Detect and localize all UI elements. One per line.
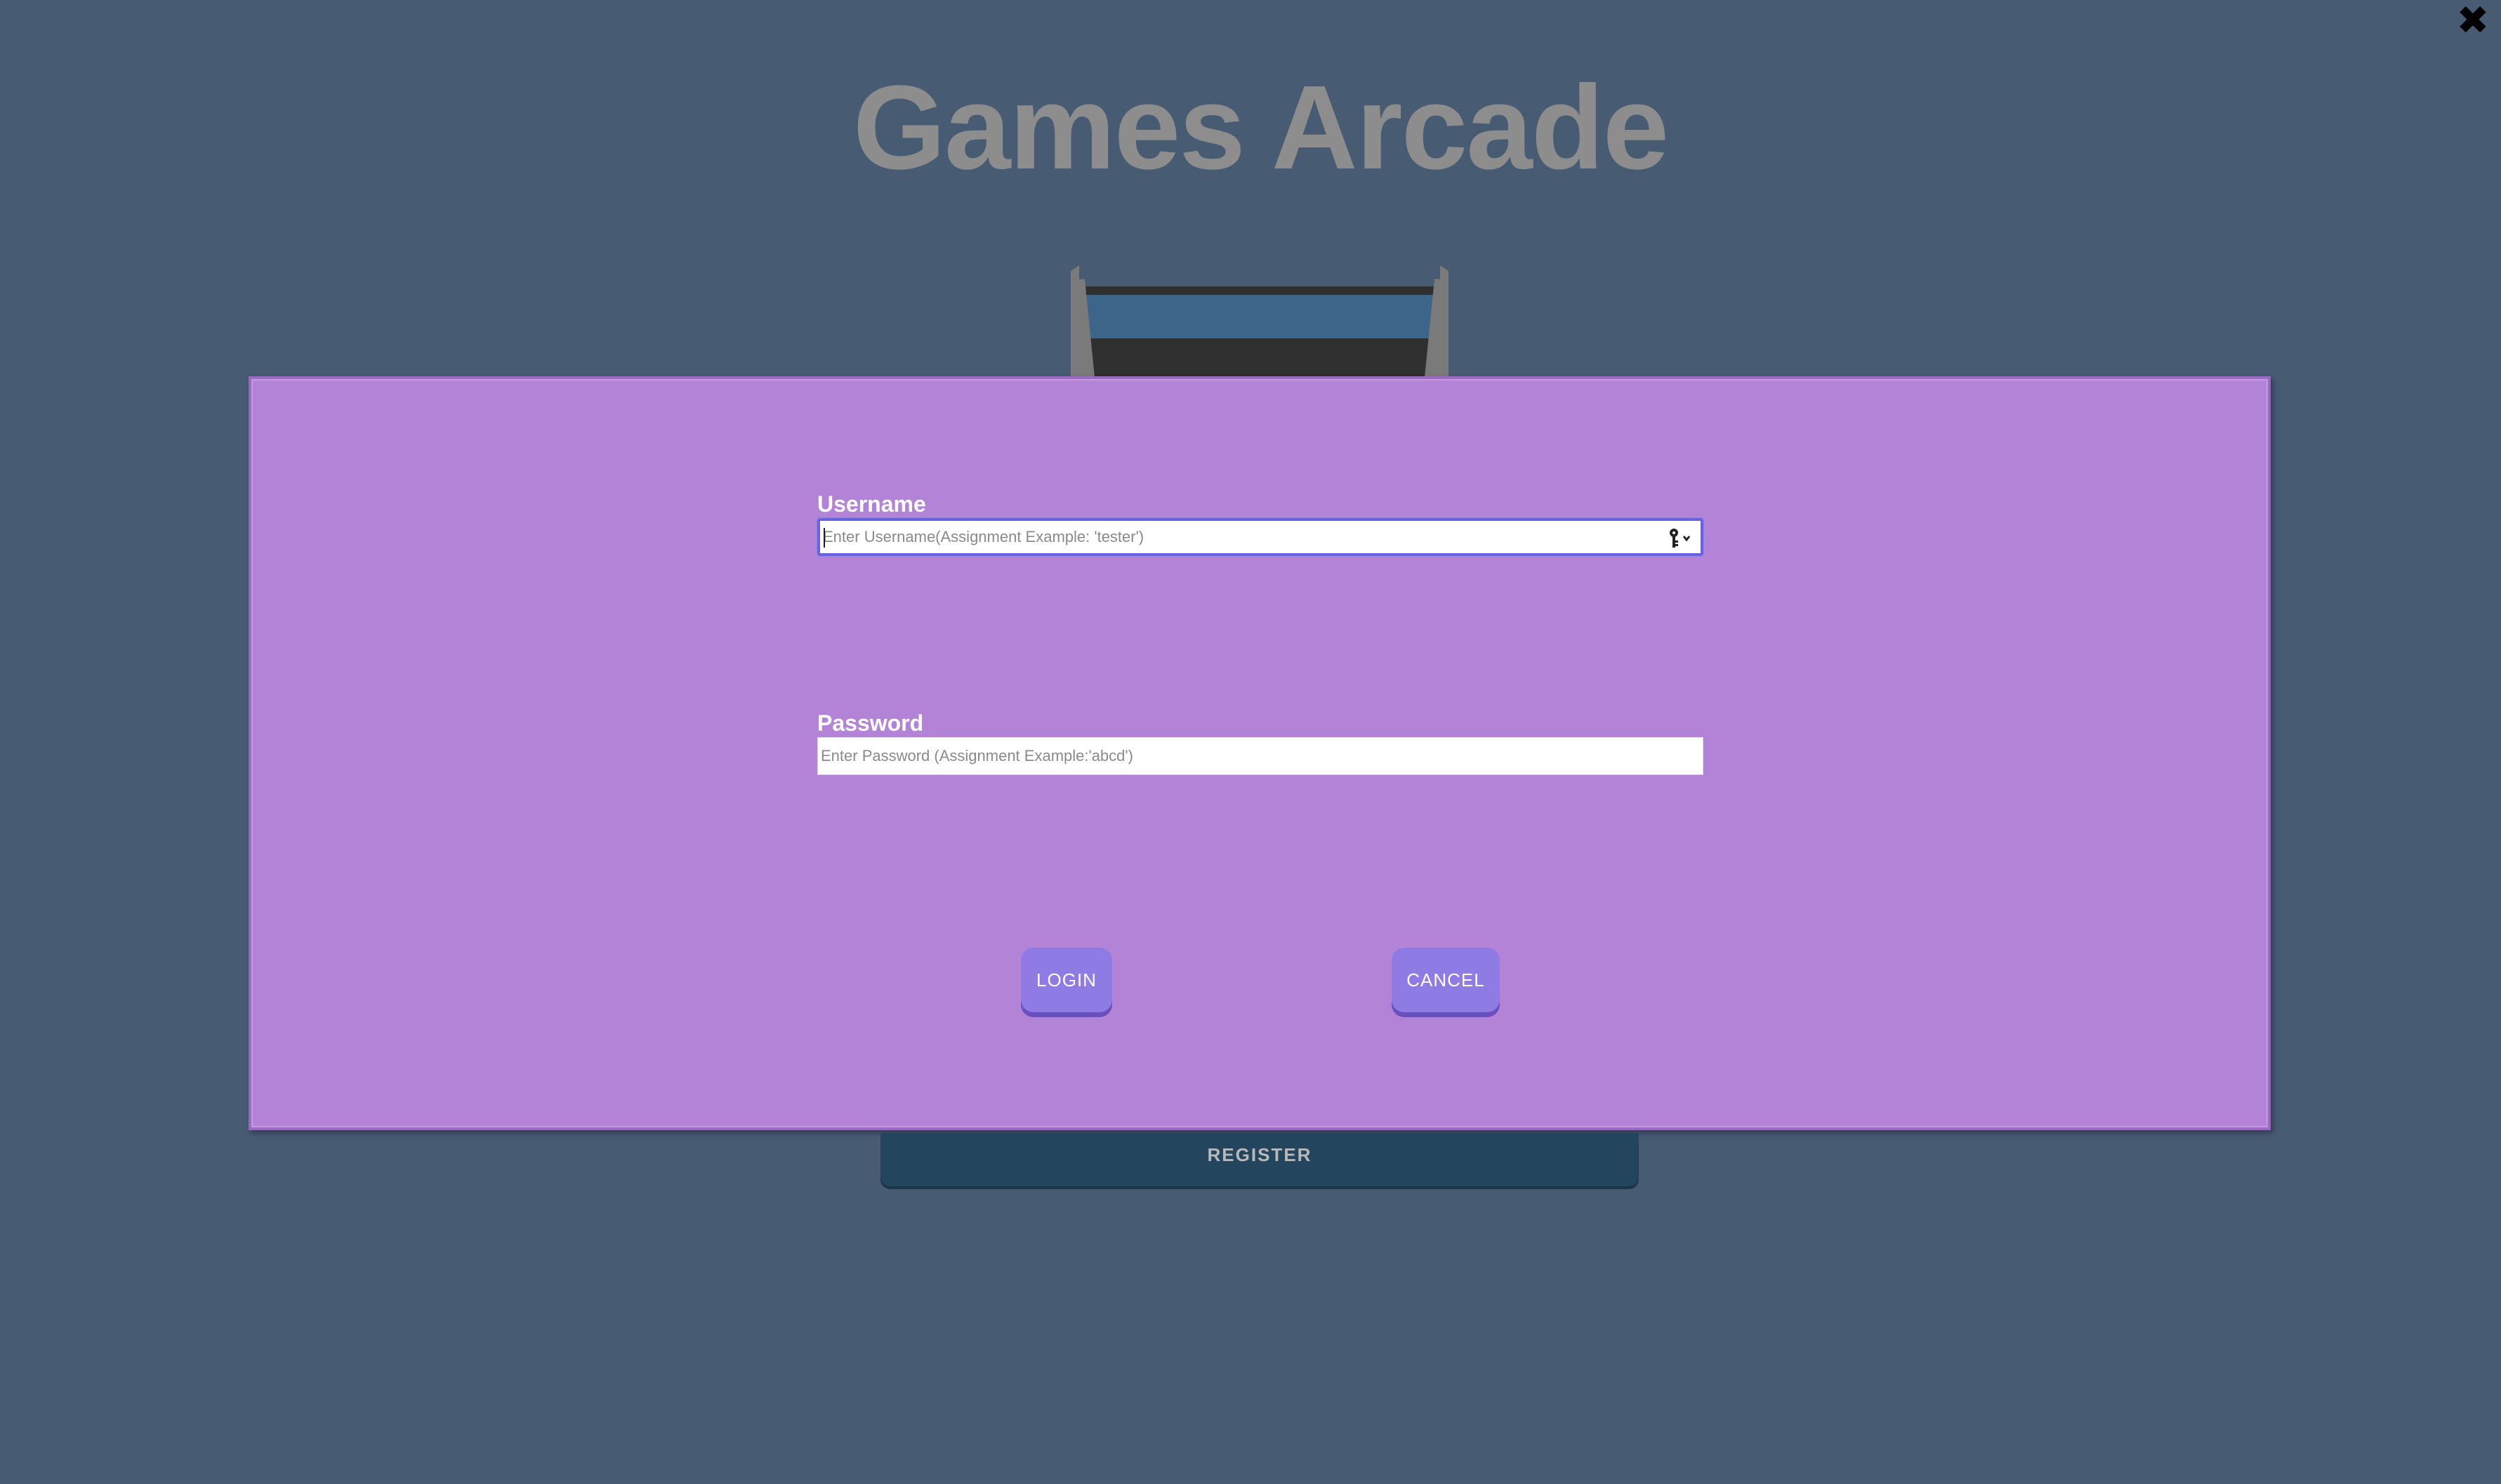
password-input[interactable]: [818, 738, 1703, 774]
username-field-wrapper: [817, 518, 1703, 556]
username-label: Username: [817, 491, 926, 517]
close-icon[interactable]: ✖: [2453, 1, 2493, 41]
key-icon[interactable]: [1665, 526, 1695, 549]
arcade-cabinet-illustration: [1071, 265, 1449, 378]
page-title: Games Arcade: [852, 61, 1669, 194]
password-field-wrapper: [817, 737, 1703, 775]
text-cursor: [824, 528, 825, 548]
register-button[interactable]: REGISTER: [880, 1133, 1639, 1186]
login-button[interactable]: LOGIN: [1021, 948, 1112, 1012]
page: ✖ Games Arcade Username Password LOGIN C…: [0, 0, 2501, 1484]
password-label: Password: [817, 710, 924, 736]
cancel-button[interactable]: CANCEL: [1392, 948, 1500, 1012]
username-input[interactable]: [820, 521, 1701, 553]
